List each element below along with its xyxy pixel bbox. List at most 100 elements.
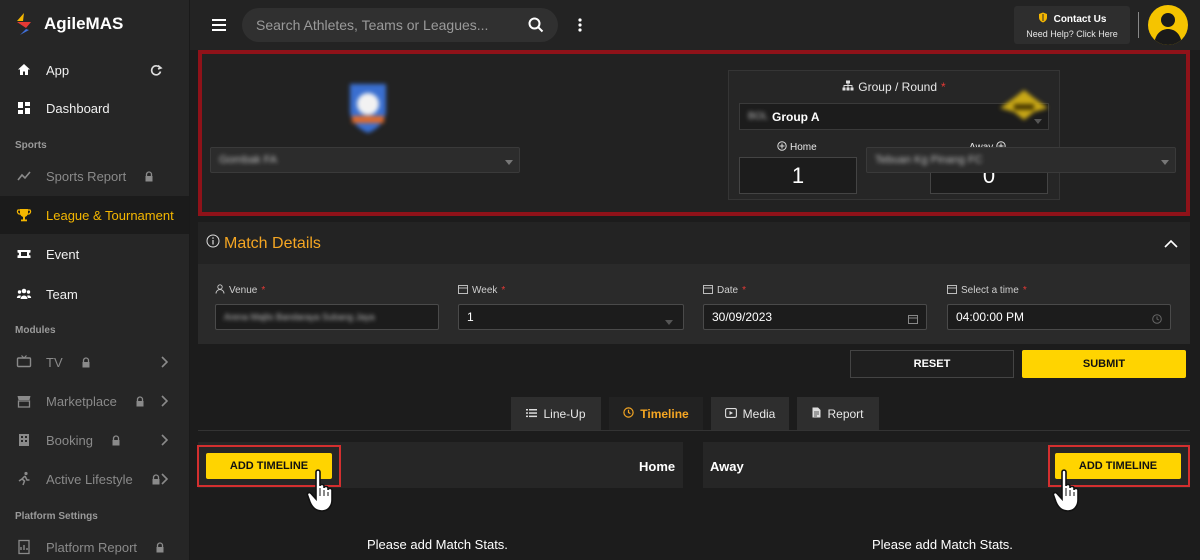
time-value: 04:00:00 PM <box>956 310 1025 324</box>
away-team-value: Tebuan Kg Pinang FC <box>875 154 983 166</box>
home-score-label: Home <box>777 141 817 154</box>
away-team-select[interactable]: Tebuan Kg Pinang FC <box>866 147 1176 173</box>
chevron-down-icon <box>665 315 675 325</box>
avatar[interactable] <box>1148 5 1188 45</box>
away-timeline-title: Away <box>710 459 744 474</box>
clock-icon <box>623 406 634 421</box>
hamburger-menu-icon[interactable] <box>212 18 226 31</box>
sidebar-item-dashboard[interactable]: Dashboard <box>0 89 189 127</box>
divider <box>1138 12 1139 38</box>
dashboard-icon <box>16 100 32 116</box>
clock-icon[interactable] <box>1152 313 1162 324</box>
time-label: Select a time * <box>947 284 1027 297</box>
section-label-platform-settings: Platform Settings <box>15 511 98 522</box>
sidebar-item-label: Platform Report <box>46 539 138 555</box>
lock-icon <box>111 434 121 446</box>
round-value: Group A <box>772 109 820 124</box>
search-bar <box>242 8 558 42</box>
chevron-right-icon[interactable] <box>157 355 171 369</box>
sidebar-item-label: TV <box>46 354 63 370</box>
home-team-select[interactable]: Gombak FA <box>210 147 520 173</box>
match-details-header[interactable]: Match Details <box>198 222 1190 264</box>
section-label-modules: Modules <box>15 325 56 336</box>
calendar-icon <box>458 284 468 297</box>
sidebar-item-sports-report[interactable]: Sports Report <box>0 157 189 195</box>
team-icon <box>16 286 32 302</box>
lock-icon <box>135 395 145 407</box>
home-team-value: Gombak FA <box>219 154 278 166</box>
chevron-down-icon <box>1161 157 1169 165</box>
sidebar: AgileMAS App Dashboard Sports Sports Rep… <box>0 0 190 560</box>
venue-select[interactable]: Arena Majlis Bandaraya Subang Jaya <box>215 304 439 330</box>
calendar-icon <box>947 284 957 297</box>
tab-timeline[interactable]: Timeline <box>609 397 703 430</box>
ticket-icon <box>16 246 32 262</box>
submit-button[interactable]: SUBMIT <box>1022 350 1186 378</box>
tab-report[interactable]: Report <box>797 397 879 430</box>
home-timeline-title: Home <box>639 459 676 474</box>
brand[interactable]: AgileMAS <box>0 0 189 48</box>
chevron-right-icon[interactable] <box>157 472 171 486</box>
tv-icon <box>16 354 32 370</box>
brand-name: AgileMAS <box>44 14 124 33</box>
date-input[interactable]: 30/09/2023 <box>703 304 927 330</box>
add-circle-icon[interactable] <box>777 141 787 154</box>
lock-icon <box>144 170 154 182</box>
chevron-right-icon[interactable] <box>157 433 171 447</box>
contact-us-button[interactable]: Contact Us Need Help? Click Here <box>1014 6 1130 44</box>
sidebar-item-team[interactable]: Team <box>0 275 189 313</box>
trophy-icon <box>16 207 32 223</box>
contact-subtitle: Need Help? Click Here <box>1026 29 1118 39</box>
time-input[interactable]: 04:00:00 PM <box>947 304 1171 330</box>
match-details-title: Match Details <box>206 234 321 253</box>
home-icon <box>16 62 32 78</box>
sidebar-item-platform-report[interactable]: Platform Report <box>0 528 189 560</box>
week-value: 1 <box>467 310 474 324</box>
date-label: Date * <box>703 284 746 297</box>
sidebar-item-app[interactable]: App <box>0 51 189 89</box>
sidebar-item-tv[interactable]: TV <box>0 343 189 381</box>
store-icon <box>16 393 32 409</box>
video-icon <box>724 407 737 421</box>
tabs-divider <box>198 430 1190 431</box>
calendar-icon <box>703 284 713 297</box>
reset-button[interactable]: RESET <box>850 350 1014 378</box>
more-options-icon[interactable] <box>578 17 582 33</box>
section-label-sports: Sports <box>15 140 47 151</box>
chevron-right-icon[interactable] <box>157 394 171 408</box>
tab-line-up[interactable]: Line-Up <box>511 397 601 430</box>
sitemap-icon <box>842 80 854 94</box>
chevron-up-icon[interactable] <box>1164 236 1178 248</box>
report-icon <box>16 539 32 555</box>
hand-pointer-icon <box>306 468 340 514</box>
info-icon <box>206 234 220 253</box>
topbar: Contact Us Need Help? Click Here <box>190 0 1200 50</box>
week-label: Week * <box>458 284 505 297</box>
search-icon[interactable] <box>528 17 544 33</box>
sidebar-item-label: Team <box>46 286 78 302</box>
venue-label: Venue * <box>215 284 265 297</box>
search-input[interactable] <box>256 8 516 42</box>
sidebar-item-label: Sports Report <box>46 168 127 184</box>
sidebar-item-marketplace[interactable]: Marketplace <box>0 382 189 420</box>
round-prefix: BOL <box>748 111 769 122</box>
sidebar-item-label: Active Lifestyle <box>46 471 133 487</box>
sidebar-item-booking[interactable]: Booking <box>0 421 189 459</box>
sidebar-item-event[interactable]: Event <box>0 235 189 273</box>
sidebar-item-active-lifestyle[interactable]: Active Lifestyle <box>0 460 189 498</box>
sidebar-item-label: Dashboard <box>46 100 110 116</box>
home-score-input[interactable]: 1 <box>739 157 857 194</box>
sidebar-item-label: Marketplace <box>46 393 117 409</box>
refresh-icon[interactable] <box>149 63 163 77</box>
lock-icon <box>81 356 91 368</box>
user-icon <box>215 284 225 297</box>
sidebar-item-label: Booking <box>46 432 93 448</box>
home-empty-message: Please add Match Stats. <box>367 537 508 552</box>
tab-media[interactable]: Media <box>711 397 789 430</box>
calendar-picker-icon[interactable] <box>908 313 918 324</box>
sidebar-item-league-tournament[interactable]: League & Tournament <box>0 196 189 234</box>
week-select[interactable]: 1 <box>458 304 684 330</box>
contact-title: Contact Us <box>1053 13 1107 25</box>
date-value: 30/09/2023 <box>712 310 773 324</box>
sidebar-item-label: Event <box>46 246 80 262</box>
